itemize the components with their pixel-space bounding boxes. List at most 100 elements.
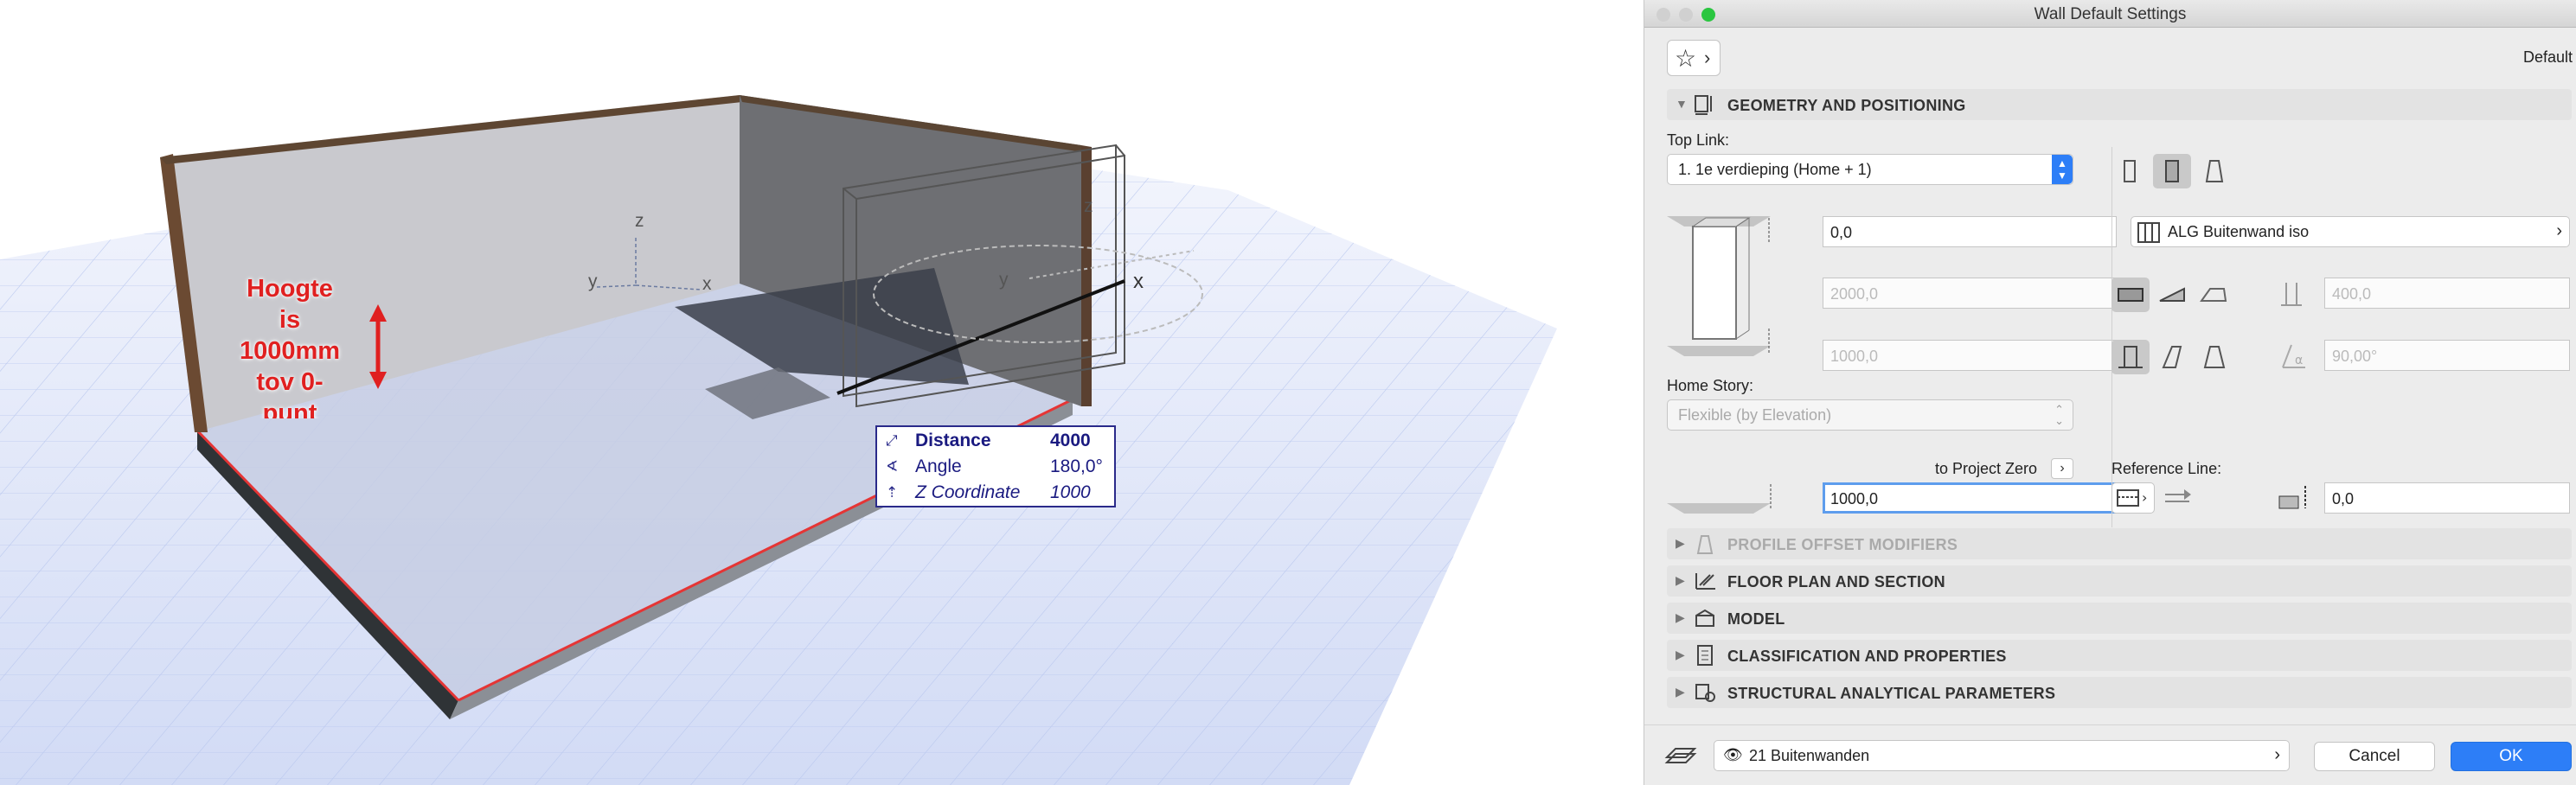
layer-select[interactable]: 👁 21 Buitenwanden › <box>1714 740 2290 771</box>
dialog-title: Wall Default Settings <box>2034 5 2187 23</box>
profile-modifiers-icon <box>1696 535 1714 554</box>
chevron-right-icon: › <box>2060 461 2065 475</box>
reference-offset-icon <box>2278 486 2306 509</box>
project-zero-icon <box>1667 484 1772 514</box>
section-title: PROFILE OFFSET MODIFIERS <box>1727 536 1958 553</box>
svg-text:x: x <box>1133 270 1144 293</box>
structural-icon <box>1695 684 1715 702</box>
hatch-icon <box>2118 288 2143 302</box>
eye-icon: 👁 <box>1723 746 1743 763</box>
project-zero-elevation-field[interactable]: 1000,0 <box>1823 482 2117 514</box>
composite-wall-icon <box>2165 160 2179 182</box>
annotation-line: is <box>279 306 301 334</box>
disclosure-open-icon: ▼ <box>1676 97 1688 111</box>
tracker-angle-value[interactable]: 180,0° <box>1050 456 1103 477</box>
composite-layers-icon <box>2159 287 2185 302</box>
3d-viewport[interactable]: z y x y z x Hoogte is 1000mm tov 0- punt… <box>0 0 1644 785</box>
section-title: FLOOR PLAN AND SECTION <box>1727 573 1945 590</box>
tracker-palette: ⤢ Distance 4000 ∢ Angle 180,0° ⇡ Z Coord… <box>875 425 1116 507</box>
reference-line-location-button[interactable]: › <box>2111 482 2155 514</box>
top-link-value: 1. 1e verdieping (Home + 1) <box>1678 161 1872 178</box>
structure-basic-button[interactable] <box>2111 278 2150 312</box>
tracker-z-label: Z Coordinate <box>915 482 1021 502</box>
svg-text:y: y <box>588 271 598 291</box>
svg-text:α: α <box>2295 354 2303 367</box>
tracker-angle-label: Angle <box>915 456 962 476</box>
top-link-select[interactable]: 1. 1e verdieping (Home + 1) ▲ ▼ <box>1667 154 2073 185</box>
section-geometry-and-positioning[interactable]: ▼ GEOMETRY AND POSITIONING <box>1667 89 2572 120</box>
slant-single-button[interactable] <box>2153 340 2191 374</box>
composite-structure-select[interactable]: ALG Buitenwand iso › <box>2131 216 2570 247</box>
section-title: GEOMETRY AND POSITIONING <box>1727 97 1966 114</box>
titlebar: Wall Default Settings <box>1644 0 2576 28</box>
wall-height-diagram-icon <box>1667 216 1771 356</box>
distance-icon: ⤢ <box>886 432 898 449</box>
slant-straight-button[interactable] <box>2111 340 2150 374</box>
geometry-method-profile-button[interactable] <box>2195 154 2233 188</box>
to-project-zero-label: to Project Zero <box>1935 460 2038 477</box>
model-cube-icon <box>1695 609 1714 627</box>
straight-slant-icon <box>2118 346 2143 368</box>
structure-composite-button[interactable] <box>2153 278 2191 312</box>
default-label: Default <box>2522 48 2573 66</box>
composite-name: ALG Buitenwand iso <box>2168 223 2310 240</box>
chevron-right-icon: › <box>2274 745 2280 764</box>
profile-icon <box>2200 288 2227 302</box>
section-model[interactable]: ▶ MODEL <box>1667 603 2572 634</box>
profile-wall-icon <box>2205 160 2224 182</box>
ok-button[interactable]: OK <box>2451 742 2572 771</box>
tracker-distance-label: Distance <box>915 431 991 450</box>
composite-icon <box>2137 222 2160 243</box>
bottom-offset-field[interactable]: 1000,0 <box>1823 340 2117 371</box>
flip-direction-icon <box>2165 489 2191 502</box>
disclosure-closed-icon: ▶ <box>1676 685 1685 699</box>
geometry-method-trapezoid-button[interactable] <box>2153 154 2191 188</box>
section-floor-plan-and-section[interactable]: ▶ FLOOR PLAN AND SECTION <box>1667 565 2572 597</box>
favorites-button[interactable]: ☆ › <box>1667 40 1721 76</box>
disclosure-closed-icon: ▶ <box>1676 573 1685 587</box>
tracker-z-value[interactable]: 1000 <box>1050 482 1091 503</box>
disclosure-closed-icon: ▶ <box>1676 610 1685 624</box>
layer-icon <box>1664 748 1697 763</box>
top-offset-field[interactable]: 0,0 <box>1823 216 2117 247</box>
section-title: CLASSIFICATION AND PROPERTIES <box>1727 648 2007 665</box>
slant-angle-field[interactable]: 90,00° <box>2324 340 2570 371</box>
svg-text:y: y <box>999 270 1009 290</box>
reference-line-offset-field[interactable]: 0,0 <box>2324 482 2570 514</box>
wall-thickness-field[interactable]: 400,0 <box>2324 278 2570 309</box>
section-profile-offset-modifiers[interactable]: ▶ PROFILE OFFSET MODIFIERS <box>1667 528 2572 559</box>
height-annotation: Hoogte is 1000mm tov 0- punt <box>216 273 363 418</box>
reference-line-icon: › <box>2117 489 2147 507</box>
section-classification-and-properties[interactable]: ▶ CLASSIFICATION AND PROPERTIES <box>1667 640 2572 671</box>
geometry-method-straight-button[interactable] <box>2111 154 2150 188</box>
slant-double-button[interactable] <box>2195 340 2233 374</box>
updown-icon: ⌃ ⌄ <box>2054 403 2064 427</box>
chevron-right-icon: › <box>1704 47 1711 68</box>
stepper-icon: ▲ ▼ <box>2052 155 2073 184</box>
angle-icon: α <box>2282 344 2305 368</box>
annotation-line: punt <box>262 399 317 418</box>
section-structural-analytical-parameters[interactable]: ▶ STRUCTURAL ANALYTICAL PARAMETERS <box>1667 677 2572 708</box>
reference-line-direction-button[interactable] <box>2160 482 2198 514</box>
home-story-value: Flexible (by Elevation) <box>1678 406 1832 424</box>
structure-profile-button[interactable] <box>2195 278 2233 312</box>
home-story-select[interactable]: Flexible (by Elevation) ⌃ ⌄ <box>1667 399 2073 431</box>
svg-text:x: x <box>702 274 712 294</box>
svg-text:z: z <box>1084 196 1093 216</box>
section-title: MODEL <box>1727 610 1785 628</box>
angle-icon: ∢ <box>886 458 899 475</box>
cancel-button[interactable]: Cancel <box>2314 742 2435 771</box>
project-zero-menu-button[interactable]: › <box>2051 458 2073 479</box>
tracker-distance-value[interactable]: 4000 <box>1050 431 1091 451</box>
wall-height-field[interactable]: 2000,0 <box>1823 278 2117 309</box>
straight-wall-icon <box>2124 160 2136 182</box>
annotation-line: 1000mm <box>239 337 341 365</box>
svg-text:›: › <box>2142 489 2147 506</box>
disclosure-closed-icon: ▶ <box>1676 536 1685 550</box>
disclosure-closed-icon: ▶ <box>1676 648 1685 661</box>
geometry-icon <box>1695 95 1712 115</box>
thickness-icon <box>2281 283 2302 306</box>
z-coordinate-icon: ⇡ <box>886 484 899 501</box>
reference-line-label: Reference Line: <box>2111 460 2222 477</box>
axis-label-z: z <box>635 211 644 231</box>
